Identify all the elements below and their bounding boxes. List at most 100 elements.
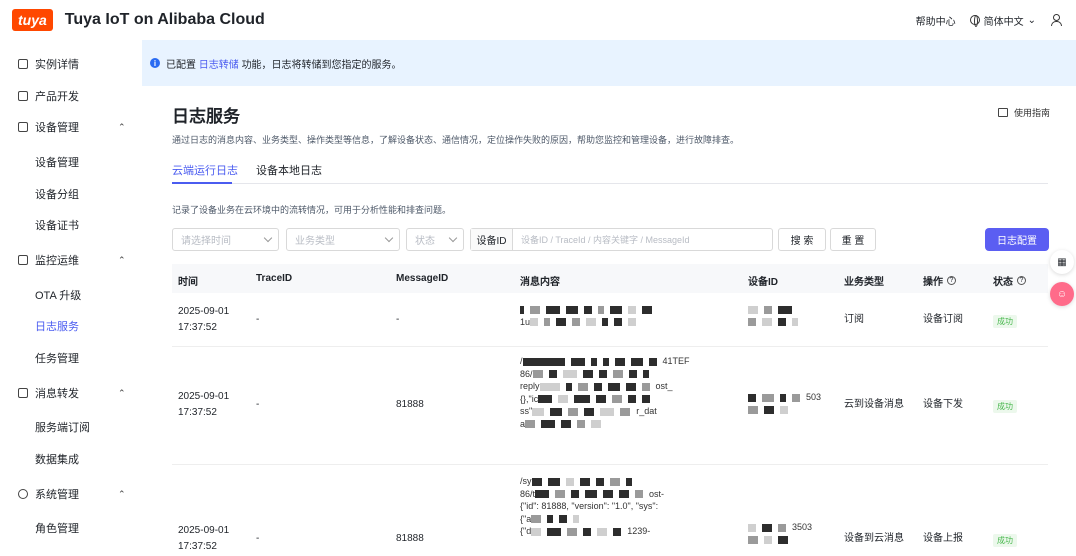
info-icon: i bbox=[150, 58, 160, 68]
device-icon bbox=[18, 122, 28, 132]
chevron-down-icon bbox=[263, 233, 273, 243]
device-id-search: 设备ID bbox=[470, 228, 773, 251]
help-icon[interactable]: ? bbox=[947, 276, 956, 285]
status-select[interactable]: 状态 bbox=[406, 228, 464, 251]
row-time: 2025-09-01 17:37:52 bbox=[178, 304, 229, 336]
user-icon[interactable] bbox=[1050, 14, 1062, 26]
log-dump-link[interactable]: 日志转储 bbox=[199, 60, 239, 71]
chevron-down-icon bbox=[384, 233, 394, 243]
sidebar-item-label: 设备管理 bbox=[35, 157, 79, 169]
col-message: 消息内容 bbox=[520, 277, 560, 288]
row-operation: 设备下发 bbox=[923, 399, 963, 410]
sidebar-item-label: 设备证书 bbox=[35, 220, 79, 232]
msg-line: 86/t bbox=[520, 488, 536, 499]
reset-button[interactable]: 重 置 bbox=[830, 228, 876, 251]
log-config-button[interactable]: 日志配置 bbox=[985, 228, 1049, 251]
help-center-link[interactable]: 帮助中心 bbox=[916, 13, 956, 28]
guide-label: 使用指南 bbox=[1014, 108, 1051, 118]
tab-device-local-logs[interactable]: 设备本地日志 bbox=[256, 162, 322, 178]
row-clock: 17:37:52 bbox=[178, 541, 217, 552]
device-id-text: 3503 bbox=[792, 522, 813, 532]
sidebar-item-roles[interactable]: 角色管理 bbox=[0, 513, 142, 543]
sidebar-item-label: 数据集成 bbox=[35, 454, 79, 466]
row-deviceid bbox=[748, 303, 828, 328]
row-message: /41TEF 86/ reply ost_ {},"ic ss" r_dat a bbox=[520, 355, 745, 430]
sidebar-item-ota[interactable]: OTA 升级 bbox=[0, 280, 142, 310]
row-date: 2025-09-01 bbox=[178, 525, 230, 536]
msg-line: {"a bbox=[520, 513, 532, 524]
biz-type-select[interactable]: 业务类型 bbox=[286, 228, 400, 251]
row-operation: 设备上报 bbox=[923, 533, 963, 544]
sidebar-item-monitoring[interactable]: 监控运维 ⌃ bbox=[0, 245, 142, 275]
row-message: 1u bbox=[520, 303, 745, 328]
device-id-text: 503 bbox=[806, 392, 822, 402]
row-traceid: - bbox=[256, 314, 260, 325]
sidebar-item-label: 服务端订阅 bbox=[35, 422, 90, 434]
msg-line-end: r_dat bbox=[636, 406, 657, 416]
table-row[interactable]: 2025-09-01 17:37:52 - - 1u 订阅 设备订阅 成功 bbox=[172, 293, 1048, 347]
top-right-actions: 帮助中心 简体中文 ⌄ bbox=[916, 0, 1062, 40]
status-badge: 成功 bbox=[993, 534, 1017, 547]
sidebar-item-label: 角色管理 bbox=[35, 523, 79, 535]
sidebar-item-label: 实例详情 bbox=[35, 59, 79, 71]
row-messageid: - bbox=[396, 314, 400, 325]
sidebar-item-label: 消息转发 bbox=[35, 388, 79, 400]
tuya-logo[interactable]: tuya bbox=[12, 9, 53, 31]
grid-plus-icon[interactable]: ▦ bbox=[1050, 250, 1074, 274]
sidebar-item-device-groups[interactable]: 设备分组 bbox=[0, 179, 142, 209]
sidebar-item-data-integration[interactable]: 数据集成 bbox=[0, 444, 142, 474]
device-id-label: 设备ID bbox=[471, 229, 513, 250]
sidebar: 实例详情 产品开发 设备管理 ⌃ 设备管理 设备分组 设备证书 监控运维 ⌃ O… bbox=[0, 40, 142, 556]
screen-icon bbox=[18, 91, 28, 101]
language-label: 简体中文 bbox=[983, 16, 1024, 28]
tab-cloud-logs[interactable]: 云端运行日志 bbox=[172, 162, 238, 178]
language-selector[interactable]: 简体中文 ⌄ bbox=[969, 13, 1036, 28]
row-messageid: 81888 bbox=[396, 533, 424, 544]
msg-line-end: ost- bbox=[649, 488, 665, 499]
app-title: Tuya IoT on Alibaba Cloud bbox=[64, 11, 265, 28]
row-time: 2025-09-01 17:37:52 bbox=[178, 523, 229, 555]
assistant-icon[interactable]: ☺ bbox=[1050, 282, 1074, 306]
table-row[interactable]: 2025-09-01 17:37:52 - 81888 /sy 86/t ost-… bbox=[172, 465, 1048, 556]
row-message: /sy 86/t ost- {"id": 81888, "version": "1… bbox=[520, 475, 745, 538]
row-clock: 17:37:52 bbox=[178, 407, 217, 418]
col-operation-label: 操作 bbox=[923, 277, 943, 288]
table-row[interactable]: 2025-09-01 17:37:52 - 81888 /41TEF 86/ r… bbox=[172, 347, 1048, 465]
page-title: 日志服务 bbox=[172, 107, 240, 126]
time-picker[interactable]: 请选择时间 bbox=[172, 228, 279, 251]
sidebar-item-device-mgmt[interactable]: 设备管理 ⌃ bbox=[0, 112, 142, 142]
guide-link[interactable]: 使用指南 bbox=[998, 106, 1050, 119]
sidebar-item-server-subscribe[interactable]: 服务端订阅 bbox=[0, 412, 142, 442]
row-clock: 17:37:52 bbox=[178, 322, 217, 333]
msg-line: 1u bbox=[520, 316, 531, 327]
msg-line: reply bbox=[520, 381, 540, 391]
sidebar-item-instance[interactable]: 实例详情 bbox=[0, 49, 142, 79]
sidebar-item-message-forward[interactable]: 消息转发 ⌃ bbox=[0, 378, 142, 408]
status-badge: 成功 bbox=[993, 400, 1017, 413]
msg-line: 86/ bbox=[520, 368, 533, 379]
sidebar-item-device-certs[interactable]: 设备证书 bbox=[0, 210, 142, 240]
sidebar-item-system[interactable]: 系统管理 ⌃ bbox=[0, 479, 142, 509]
row-operation: 设备订阅 bbox=[923, 314, 963, 325]
forward-icon bbox=[18, 388, 28, 398]
row-biz-type: 云到设备消息 bbox=[844, 399, 904, 410]
notice-suffix: 功能，日志将转储到您指定的服务。 bbox=[241, 59, 402, 71]
col-operation: 操作 ? bbox=[923, 273, 956, 288]
sidebar-item-log-service[interactable]: 日志服务 bbox=[0, 311, 142, 341]
notice-prefix: 已配置 bbox=[166, 59, 196, 71]
sidebar-item-product[interactable]: 产品开发 bbox=[0, 81, 142, 111]
col-biz-type: 业务类型 bbox=[844, 277, 884, 288]
row-deviceid: 503 bbox=[748, 391, 836, 416]
msg-line-end: ost_ bbox=[655, 381, 673, 391]
search-button[interactable]: 搜 索 bbox=[778, 228, 826, 251]
table-header: 时间 TraceID MessageID 消息内容 设备ID 业务类型 操作 ?… bbox=[172, 264, 1048, 293]
tab-description: 记录了设备业务在云环境中的流转情况，可用于分析性能和排查问题。 bbox=[172, 205, 452, 215]
sidebar-item-tasks[interactable]: 任务管理 bbox=[0, 343, 142, 373]
col-deviceid: 设备ID bbox=[748, 277, 778, 288]
sidebar-item-label: 设备分组 bbox=[35, 189, 79, 201]
sidebar-item-devices[interactable]: 设备管理 bbox=[0, 147, 142, 177]
search-input[interactable] bbox=[513, 229, 772, 250]
book-icon bbox=[998, 108, 1008, 117]
row-biz-type: 设备到云消息 bbox=[844, 533, 904, 544]
help-icon[interactable]: ? bbox=[1017, 276, 1026, 285]
